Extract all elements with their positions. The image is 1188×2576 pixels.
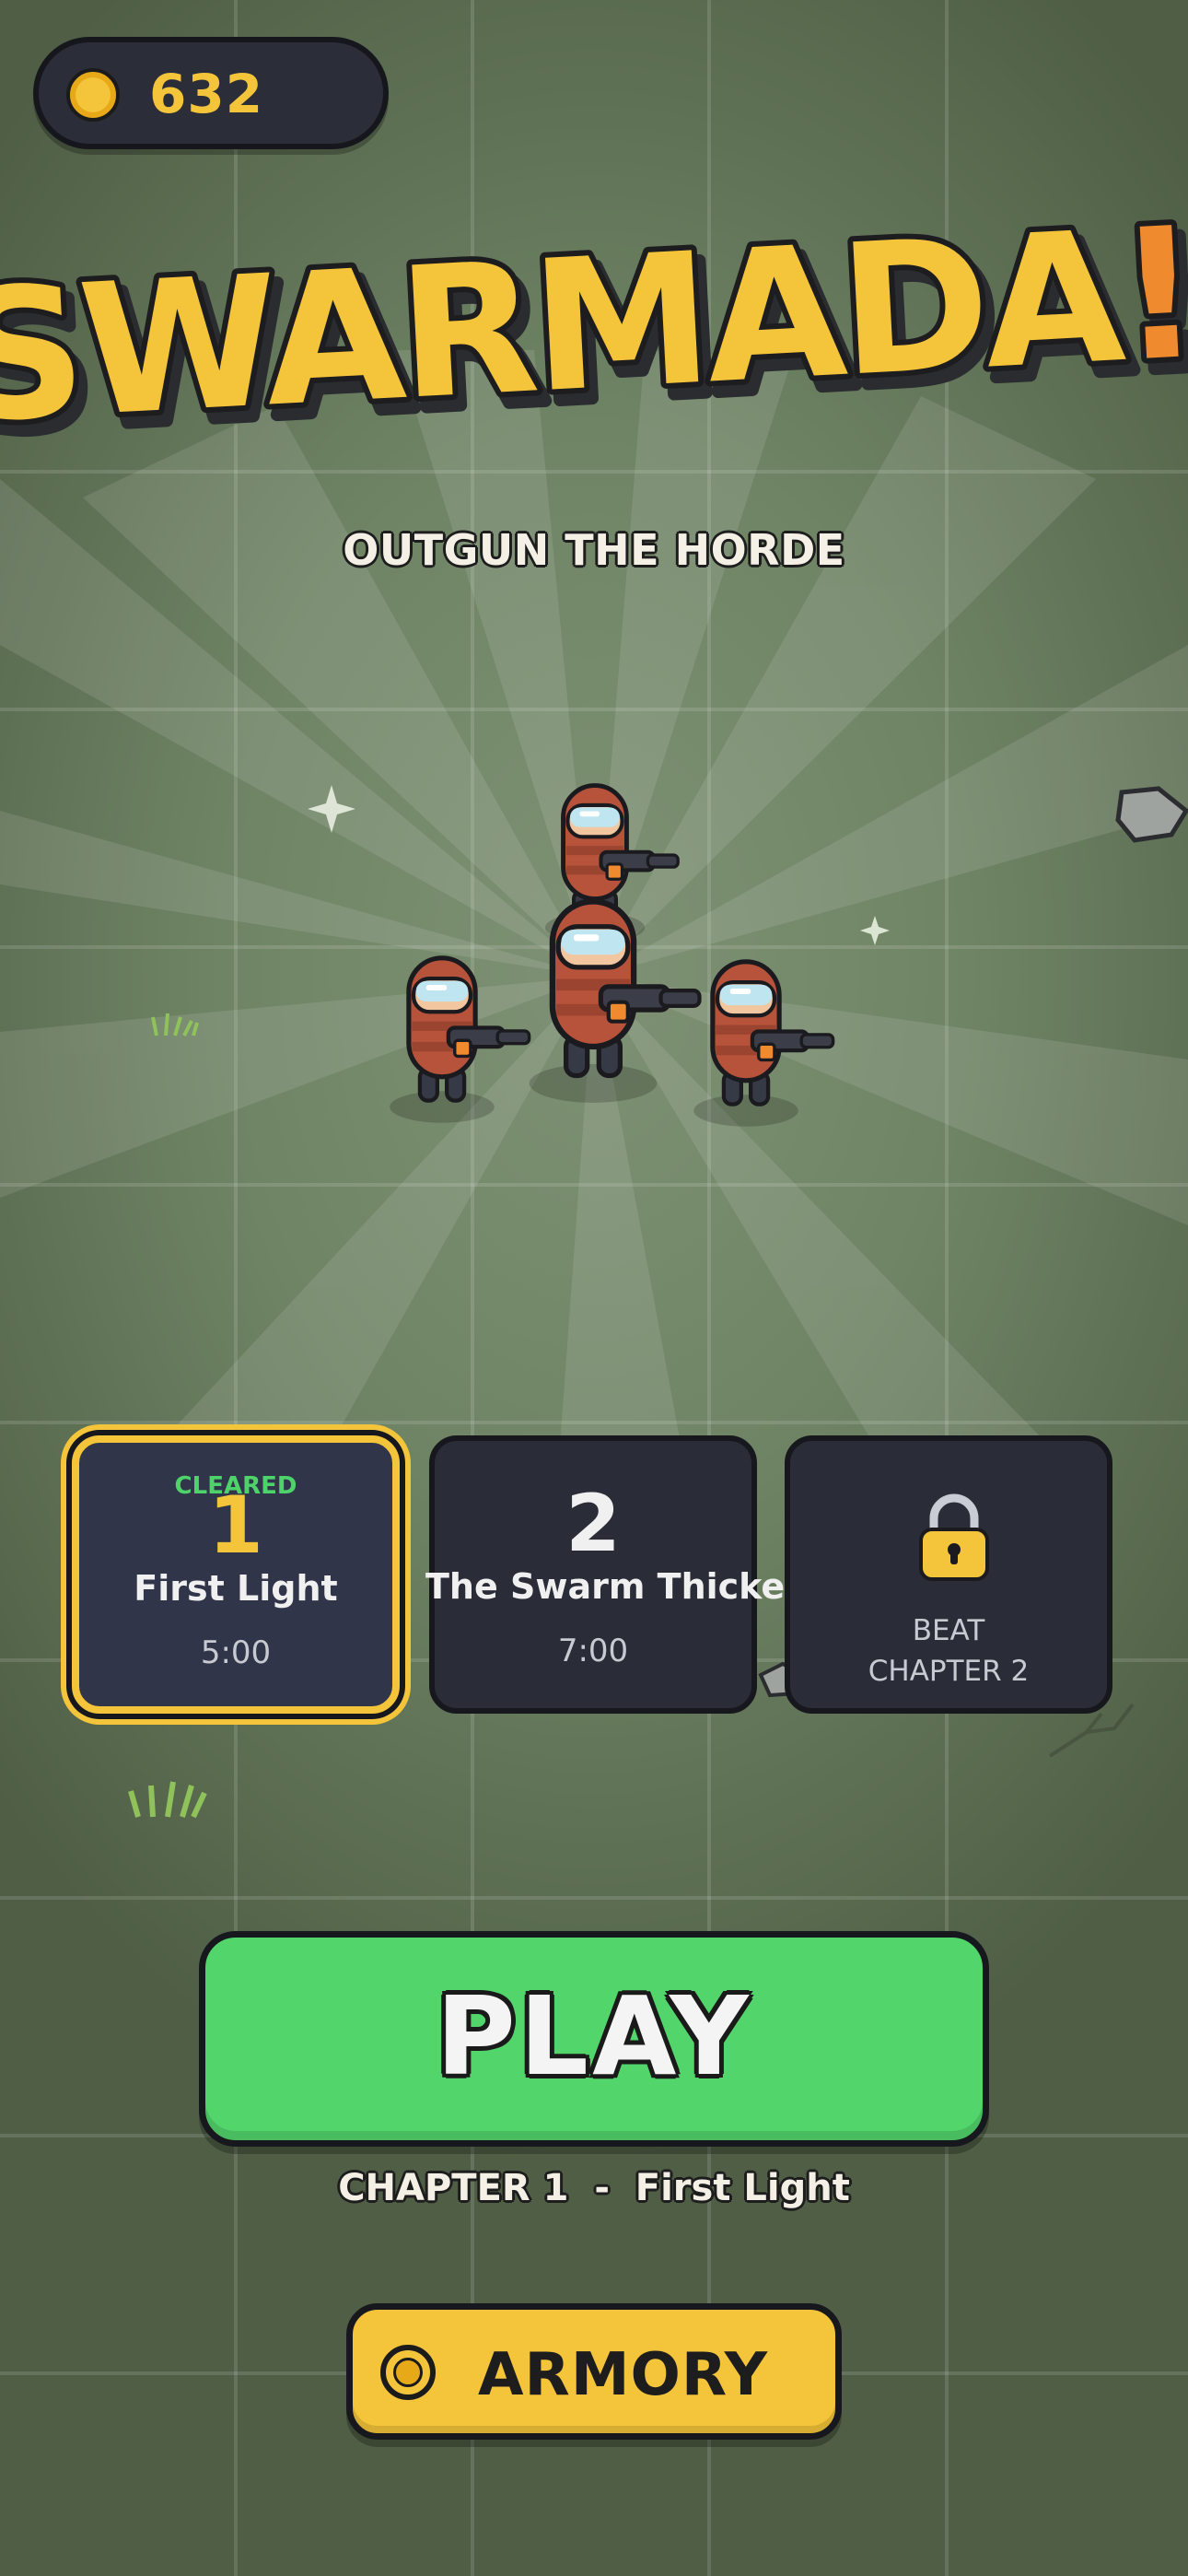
subtitle: OUTGUN THE HORDE [343,525,845,575]
play-button[interactable]: PLAY [199,1931,989,2147]
chapter-card-3-locked[interactable]: BEAT CHAPTER 2 [785,1435,1112,1714]
title-exclamation: ! [1112,193,1188,403]
soldier-squad [350,700,866,1198]
lock-requirement: BEAT CHAPTER 2 [868,1614,1030,1688]
coin-counter: 632 [33,37,389,149]
selected-chapter-label: CHAPTER 1 - First Light [338,2167,850,2209]
grass-tuft-icon [128,1781,207,1819]
lock-icon [919,1493,989,1581]
chapter-time: 7:00 [557,1633,629,1669]
chapter-card-1[interactable]: CLEARED 1 First Light 5:00 [72,1435,400,1714]
chapter-time: 5:00 [200,1634,272,1671]
coin-count: 632 [149,63,264,125]
armory-label: ARMORY [478,2341,769,2409]
chapter-name: First Light [134,1568,338,1609]
title-text: SWARMADA [0,193,1129,463]
play-label: PLAY [436,1973,752,2100]
coin-icon [380,2345,436,2400]
coin-icon [66,68,120,122]
game-title: SWARMADA! SWARMADA! [0,183,1188,481]
chapter-number: 1 [208,1480,263,1572]
svg-text:SWARMADA!: SWARMADA! [0,193,1188,463]
chapter-number: 2 [565,1478,621,1570]
chapter-name: The Swarm Thickens [425,1566,831,1607]
soldier-left [390,958,529,1123]
chapter-card-2[interactable]: 2 The Swarm Thickens 7:00 [425,1435,831,1714]
armory-button[interactable]: ARMORY [346,2303,842,2440]
soldier-center [530,902,700,1103]
soldier-right [693,962,833,1127]
